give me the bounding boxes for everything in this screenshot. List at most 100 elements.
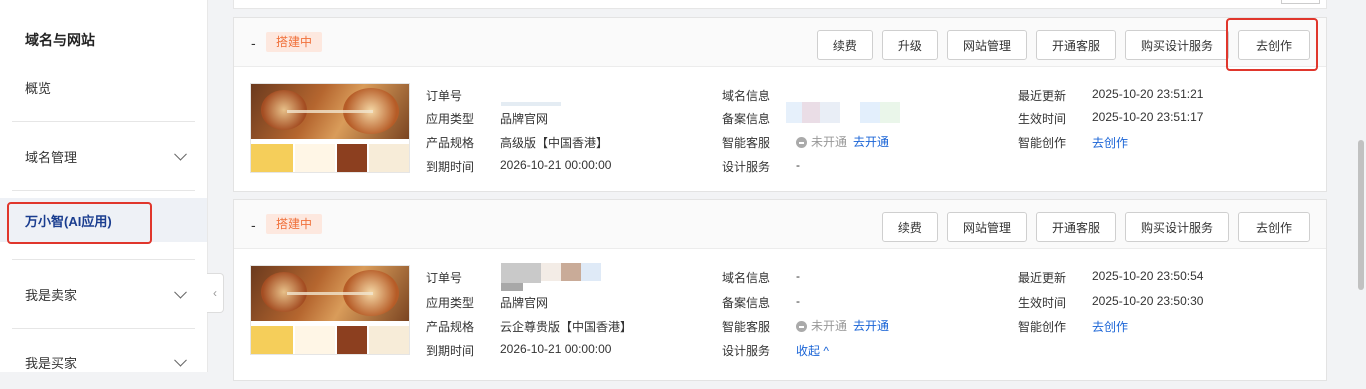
redacted-icp [820,102,840,123]
expire-label: 到期时间 [426,344,475,358]
sidebar-item-label: 概览 [25,80,52,96]
site-management-button[interactable]: 网站管理 [946,212,1027,242]
order-no-label: 订单号 [426,271,463,285]
disabled-icon [796,321,807,332]
smart-create-link[interactable]: 去创作 [1092,134,1128,151]
design-value: - [796,158,800,172]
sidebar-title: 域名与网站 [25,32,95,48]
action-buttons: 续费 网站管理 开通客服 购买设计服务 去创作 [881,212,1310,242]
redacted-icp [880,102,900,123]
spec-label: 产品规格 [426,320,475,334]
sidebar: 域名与网站 概览 域名管理 万小智(AI应用) 我是卖家 我是买家 [0,0,208,372]
enable-cs-button[interactable]: 开通客服 [1035,30,1116,60]
sidebar-item-buyer[interactable]: 我是买家 [0,335,207,389]
redacted-icp [786,102,802,123]
spec-label: 产品规格 [426,136,475,150]
effective-label: 生效时间 [1018,296,1067,310]
updated-value: 2025-10-20 23:51:21 [1092,87,1204,101]
updated-label: 最近更新 [1018,271,1067,285]
smart-cs-status: 未开通 [796,133,847,150]
expire-value: 2026-10-21 00:00:00 [500,342,612,356]
card-header: - 搭建中 续费 升级 网站管理 开通客服 购买设计服务 去创作 [234,18,1326,67]
redacted-order-no [501,283,523,291]
divider [12,121,195,122]
app-type-label: 应用类型 [426,296,475,310]
sidebar-item-label: 万小智(AI应用) [25,213,112,229]
design-label: 设计服务 [722,344,771,358]
status-badge: 搭建中 [266,32,323,52]
expire-value: 2026-10-21 00:00:00 [500,158,612,172]
sidebar-item-label: 我是卖家 [25,287,78,303]
action-buttons: 续费 升级 网站管理 开通客服 购买设计服务 去创作 [816,30,1310,60]
redacted-icp [802,102,820,123]
buy-design-button[interactable]: 购买设计服务 [1124,30,1229,60]
smart-create-link[interactable]: 去创作 [1092,318,1128,335]
icp-value: - [796,294,800,308]
redacted-order-no [581,263,601,281]
design-label: 设计服务 [722,160,771,174]
sidebar-item-label: 我是买家 [25,355,78,371]
redacted-order-no [561,263,581,281]
smart-cs-label: 智能客服 [722,320,771,334]
redacted-order-no [501,102,561,106]
previous-card-edge [233,0,1327,9]
enable-cs-button[interactable]: 开通客服 [1035,212,1116,242]
enable-cs-link[interactable]: 去开通 [853,317,889,334]
sidebar-item-ai-app[interactable]: 万小智(AI应用) [0,198,207,242]
chevron-down-icon [174,147,187,161]
chevron-down-icon [174,353,187,367]
create-button[interactable]: 去创作 [1237,30,1310,60]
updated-value: 2025-10-20 23:50:54 [1092,269,1204,283]
app-type-label: 应用类型 [426,112,475,126]
previous-card-button[interactable] [1281,0,1320,4]
order-card: - 搭建中 续费 网站管理 开通客服 购买设计服务 去创作 订单号 应用类型 品… [233,199,1327,381]
sidebar-item-overview[interactable]: 概览 [0,60,207,114]
disabled-icon [796,137,807,148]
divider [12,259,195,260]
icp-label: 备案信息 [722,296,771,310]
app-type-value: 品牌官网 [500,112,549,126]
domain-value: - [796,269,800,283]
card-body: 订单号 应用类型 品牌官网 产品规格 云企尊贵版【中国香港】 到期时间 2026… [234,249,1326,374]
order-card: - 搭建中 续费 升级 网站管理 开通客服 购买设计服务 去创作 订单号 应用类… [233,17,1327,192]
site-thumbnail[interactable] [250,83,410,173]
enable-cs-link[interactable]: 去开通 [853,133,889,150]
effective-value: 2025-10-20 23:50:30 [1092,294,1204,308]
status-badge: 搭建中 [266,214,323,234]
upgrade-button[interactable]: 升级 [881,30,938,60]
site-name: - [251,35,256,51]
renew-button[interactable]: 续费 [881,212,938,242]
sidebar-item-label: 域名管理 [25,149,78,165]
site-thumbnail[interactable] [250,265,410,355]
effective-value: 2025-10-20 23:51:17 [1092,110,1204,124]
chevron-left-icon[interactable]: ‹ [207,273,224,313]
site-management-button[interactable]: 网站管理 [946,30,1027,60]
divider [12,190,195,191]
domain-label: 域名信息 [722,89,771,103]
icp-label: 备案信息 [722,112,771,126]
card-header: - 搭建中 续费 网站管理 开通客服 购买设计服务 去创作 [234,200,1326,249]
renew-button[interactable]: 续费 [816,30,873,60]
domain-label: 域名信息 [722,271,771,285]
smart-cs-label: 智能客服 [722,136,771,150]
spec-value: 云企尊贵版【中国香港】 [500,320,633,334]
redacted-order-no [541,263,561,281]
divider [12,328,195,329]
buy-design-button[interactable]: 购买设计服务 [1124,212,1229,242]
chevron-down-icon [174,285,187,299]
create-button[interactable]: 去创作 [1237,212,1310,242]
scrollbar[interactable] [1358,140,1364,290]
sidebar-item-domain-management[interactable]: 域名管理 [0,129,207,183]
expire-label: 到期时间 [426,160,475,174]
smart-create-label: 智能创作 [1018,320,1067,334]
redacted-icp [860,102,880,123]
site-name: - [251,217,256,233]
effective-label: 生效时间 [1018,112,1067,126]
card-body: 订单号 应用类型 品牌官网 产品规格 高级版【中国香港】 到期时间 2026-1… [234,67,1326,192]
order-no-label: 订单号 [426,89,463,103]
spec-value: 高级版【中国香港】 [500,136,609,150]
app-type-value: 品牌官网 [500,296,549,310]
updated-label: 最近更新 [1018,89,1067,103]
sidebar-item-seller[interactable]: 我是卖家 [0,267,207,321]
collapse-link[interactable]: 收起 ^ [796,342,829,359]
